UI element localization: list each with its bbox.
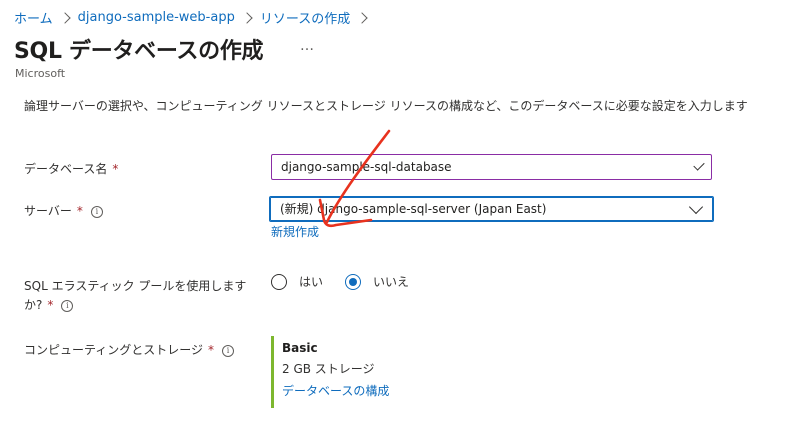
chevron-right-icon	[241, 11, 253, 24]
radio-option-no[interactable]: いいえ	[345, 273, 409, 290]
check-icon	[693, 159, 705, 171]
radio-button-checked[interactable]	[345, 273, 362, 290]
breadcrumb-web-app[interactable]: django-sample-web-app	[78, 10, 235, 25]
elastic-pool-label: SQL エラスティック プールを使用します か? * i	[24, 277, 246, 315]
more-options-icon[interactable]: …	[300, 39, 316, 53]
radio-label-yes: はい	[299, 275, 324, 289]
tier-name: Basic	[282, 341, 318, 355]
info-icon[interactable]: i	[90, 206, 103, 218]
breadcrumb-create-resource[interactable]: リソースの作成	[260, 8, 350, 27]
info-icon[interactable]: i	[222, 345, 235, 357]
required-mark: *	[112, 162, 119, 176]
chevron-right-icon	[58, 11, 71, 24]
chevron-down-icon	[688, 199, 704, 215]
compute-storage-label-text: コンピューティングとストレージ	[24, 343, 204, 357]
configure-database-link[interactable]: データベースの構成	[282, 382, 389, 399]
info-icon[interactable]: i	[61, 300, 74, 312]
breadcrumb: ホーム django-sample-web-app リソースの作成	[14, 7, 375, 27]
compute-storage-label: コンピューティングとストレージ * i	[24, 341, 235, 358]
publisher-label: Microsoft	[15, 67, 66, 80]
elastic-pool-radio-group: はい いいえ	[271, 273, 409, 290]
page-description: 論理サーバーの選択や、コンピューティング リソースとストレージ リソースの構成な…	[24, 99, 748, 113]
required-mark: *	[47, 298, 54, 312]
database-name-label: データベース名 *	[24, 160, 118, 177]
chevron-right-icon	[356, 11, 368, 24]
required-mark: *	[208, 343, 215, 357]
required-mark: *	[76, 204, 83, 218]
breadcrumb-home[interactable]: ホーム	[14, 8, 53, 27]
radio-button-unchecked[interactable]	[271, 273, 287, 290]
red-arrow-annotation-icon	[318, 129, 391, 228]
elastic-pool-label-line1: SQL エラスティック プールを使用します	[24, 279, 247, 293]
tier-storage: 2 GB ストレージ	[282, 362, 375, 376]
radio-label-no: いいえ	[373, 275, 410, 289]
server-label-text: サーバー	[24, 204, 72, 218]
elastic-pool-label-line2: か?	[24, 298, 43, 312]
tier-accent-bar	[271, 336, 274, 408]
database-name-label-text: データベース名	[24, 162, 108, 176]
radio-option-yes[interactable]: はい	[271, 273, 323, 290]
server-label: サーバー * i	[24, 202, 103, 219]
page-title: SQL データベースの作成	[14, 39, 264, 64]
